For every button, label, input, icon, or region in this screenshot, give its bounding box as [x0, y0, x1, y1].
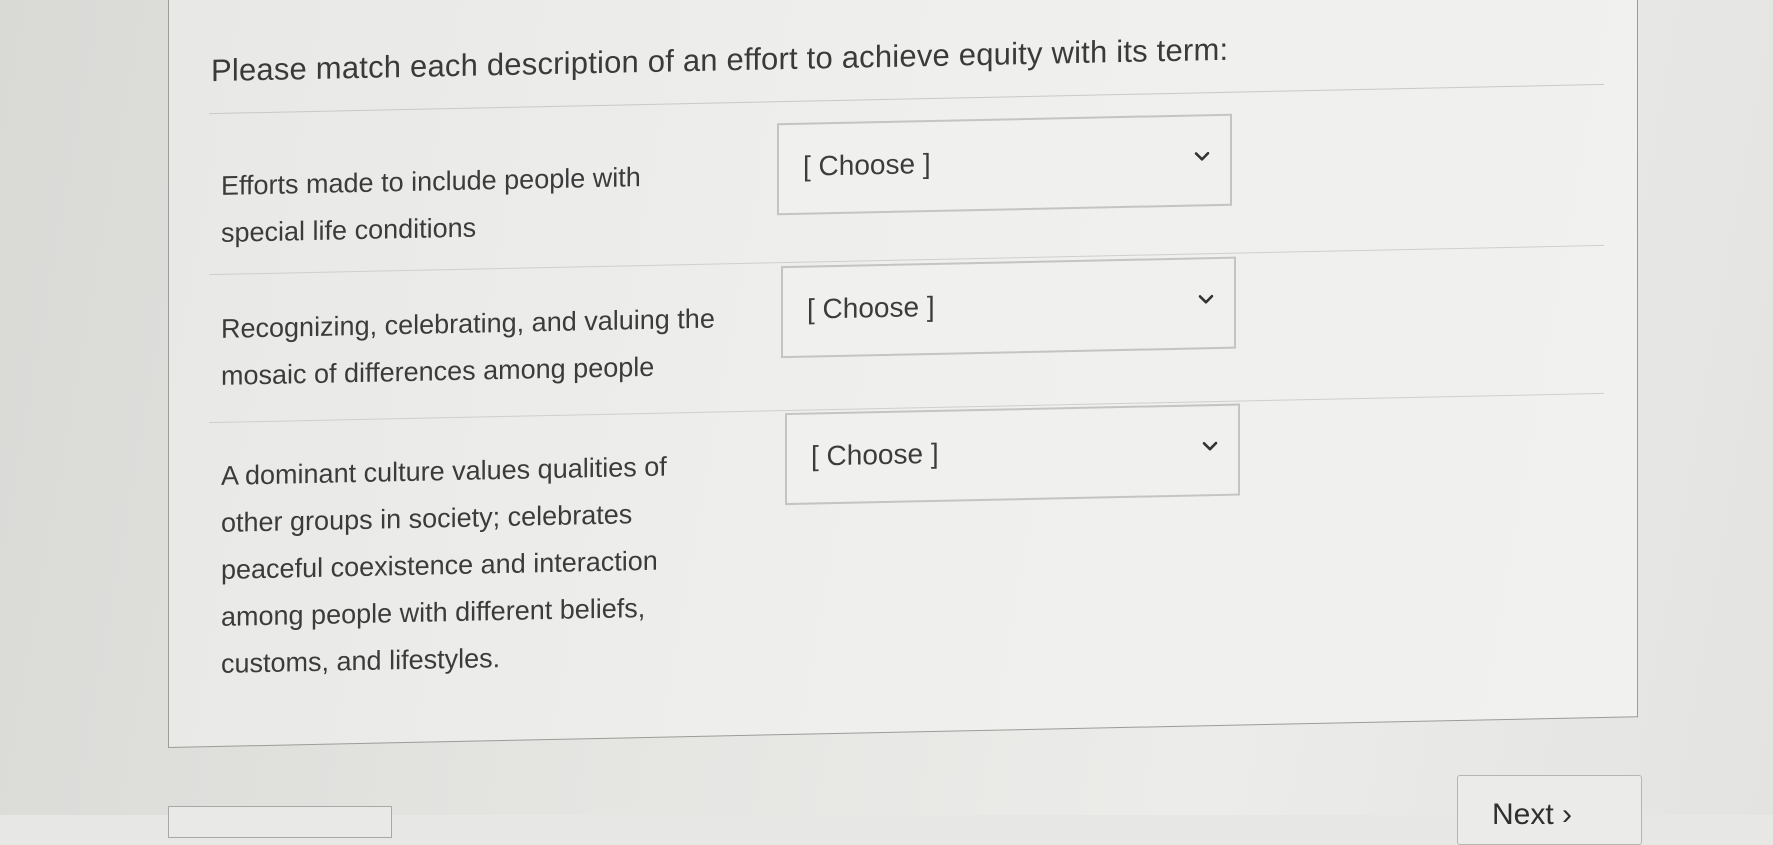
next-button-label: Next › [1492, 798, 1573, 831]
previous-button-edge[interactable] [168, 806, 392, 838]
term-dropdown[interactable]: [ Choose ] [781, 256, 1236, 359]
match-row: Efforts made to include people with spec… [209, 106, 1604, 276]
match-description: Recognizing, celebrating, and valuing th… [221, 303, 715, 391]
match-row: A dominant culture values qualities of o… [209, 396, 1604, 715]
match-row: Recognizing, celebrating, and valuing th… [209, 249, 1604, 424]
next-button[interactable]: Next › [1457, 775, 1642, 845]
term-dropdown[interactable]: [ Choose ] [777, 113, 1232, 216]
dropdown-value: [ Choose ] [807, 290, 935, 325]
question-prompt: Please match each description of an effo… [211, 31, 1229, 89]
dropdown-value: [ Choose ] [811, 437, 939, 472]
match-description: A dominant culture values qualities of o… [221, 451, 667, 679]
screen-background: Please match each description of an effo… [0, 0, 1773, 845]
dropdown-value: [ Choose ] [803, 148, 931, 182]
chevron-down-icon [1198, 294, 1214, 304]
term-dropdown[interactable]: [ Choose ] [785, 403, 1240, 506]
chevron-down-icon [1202, 441, 1218, 451]
chevron-down-icon [1194, 151, 1210, 161]
matching-question-card: Please match each description of an effo… [168, 0, 1638, 749]
match-description: Efforts made to include people with spec… [221, 162, 641, 248]
